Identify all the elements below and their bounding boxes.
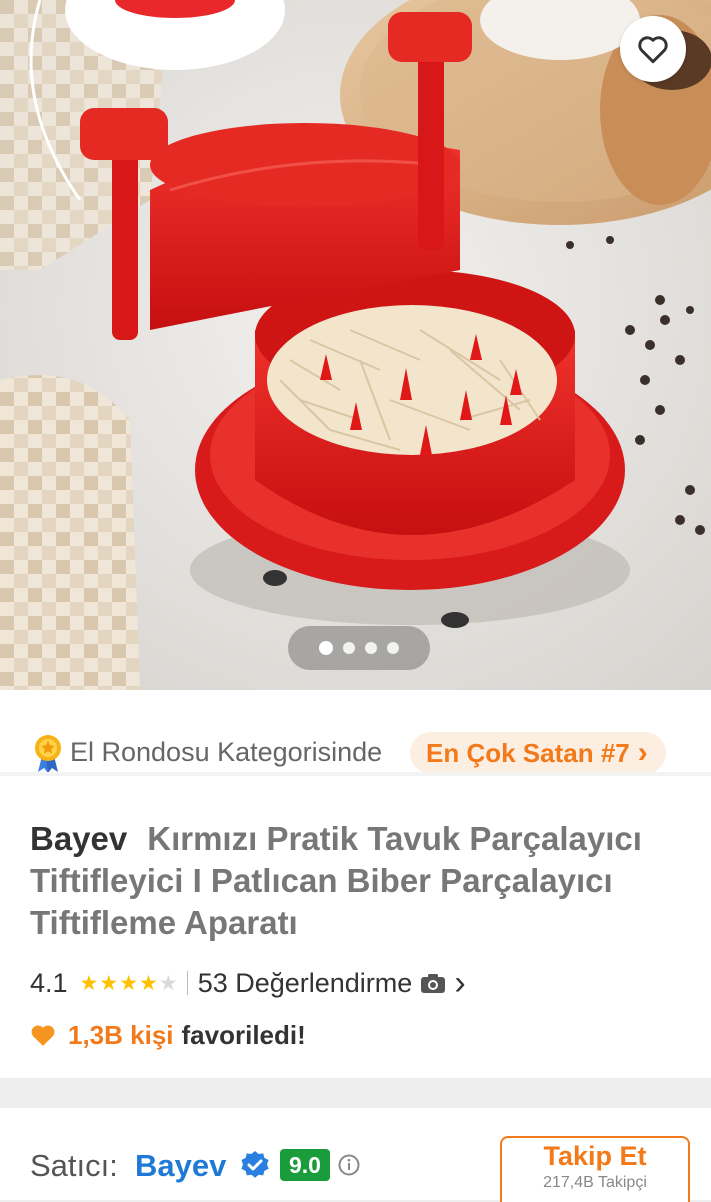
reviews-link[interactable]: 53 Değerlendirme: [198, 968, 413, 999]
star-filled-icon: ★: [79, 971, 100, 995]
product-image-gallery[interactable]: [0, 0, 711, 690]
favorites-text: favoriledi!: [181, 1019, 306, 1050]
camera-icon: [421, 974, 446, 993]
follower-count: 217,4B Takipçi: [543, 1174, 647, 1191]
chevron-right-icon: ›: [637, 736, 648, 769]
image-pager[interactable]: [288, 626, 430, 670]
pager-dot-2[interactable]: [343, 642, 355, 654]
rating-divider: [186, 971, 188, 995]
follow-button[interactable]: Takip Et 217,4B Takipçi: [500, 1136, 690, 1202]
star-empty-icon: ★: [158, 971, 179, 995]
info-icon[interactable]: [338, 1154, 360, 1176]
pager-dot-1[interactable]: [319, 641, 333, 655]
star-filled-icon: ★: [99, 971, 120, 995]
heart-outline-icon: [638, 36, 668, 64]
pager-dot-4[interactable]: [387, 642, 399, 654]
heart-filled-icon: [31, 1025, 55, 1046]
bestseller-category-text: El Rondosu Kategorisinde: [70, 737, 383, 767]
product-title: Bayev Kırmızı Pratik Tavuk Parçalayıcı Ti…: [30, 818, 680, 944]
seller-name-link[interactable]: Bayev: [135, 1148, 226, 1184]
favorites-count: 1,3B kişi: [68, 1019, 174, 1050]
reviews-chevron-icon: ›: [454, 964, 466, 1002]
pager-dot-3[interactable]: [365, 642, 377, 654]
rating-row[interactable]: 4.1 ★★★★★ 53 Değerlendirme ›: [30, 963, 466, 1003]
rating-stars: ★★★★★: [80, 971, 179, 996]
seller-score-badge: 9.0: [280, 1149, 330, 1181]
seller-label: Satıcı:: [30, 1148, 118, 1183]
star-filled-icon: ★: [119, 971, 140, 995]
follow-button-label: Takip Et: [543, 1141, 647, 1171]
favorites-row: 1,3B kişi favoriledi!: [30, 1015, 306, 1055]
bestseller-rank-badge[interactable]: En Çok Satan #7 ›: [410, 732, 666, 774]
rating-score: 4.1: [30, 967, 68, 998]
medal-icon: [35, 735, 61, 773]
favorite-button[interactable]: [620, 16, 686, 82]
product-brand[interactable]: Bayev: [30, 820, 127, 857]
product-photo: [0, 0, 711, 690]
bestseller-rank-label: En Çok Satan #7: [426, 737, 630, 768]
verified-check-icon: [241, 1151, 269, 1178]
star-filled-icon: ★: [139, 971, 159, 995]
